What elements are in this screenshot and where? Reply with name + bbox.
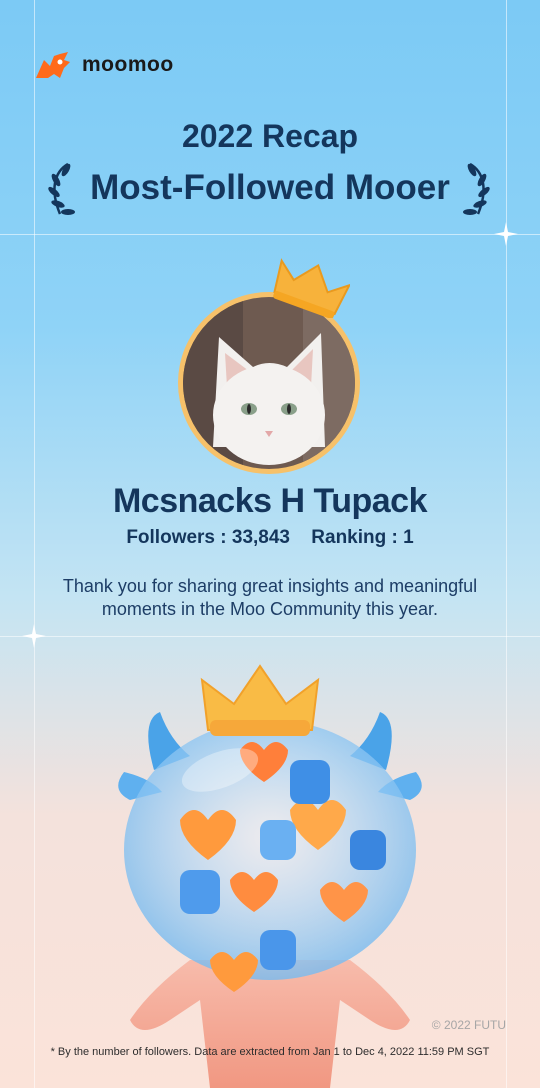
avatar-frame (178, 292, 360, 474)
footnote-text: * By the number of followers. Data are e… (50, 1046, 490, 1058)
avatar[interactable] (183, 297, 355, 469)
user-stats: Followers : 33,843 Ranking : 1 (0, 527, 540, 549)
award-title: Most-Followed Mooer (90, 168, 450, 207)
grid-line-top (0, 234, 540, 235)
grid-line-mid (0, 636, 540, 637)
laurel-right-icon (463, 162, 490, 215)
brand-name: moomoo (82, 53, 174, 76)
sparkle-icon (22, 624, 46, 648)
recap-title: 2022 Recap (181, 118, 359, 154)
sparkle-icon (494, 222, 518, 246)
avatar-cat-photo (183, 297, 355, 469)
user-name: Mcsnacks H Tupack (112, 482, 428, 520)
brand-logo: moomoo (34, 50, 174, 80)
mascot-bull-illustration (118, 664, 422, 1088)
crown-icon (273, 258, 350, 318)
thank-you-message: Thank you for sharing great insights and… (62, 576, 478, 619)
followers-count: Followers : 33,843 (126, 527, 290, 548)
copyright-text: © 2022 FUTU (431, 1018, 506, 1032)
ranking-value: Ranking : 1 (311, 527, 414, 548)
moomoo-bull-logo-icon (36, 52, 70, 78)
